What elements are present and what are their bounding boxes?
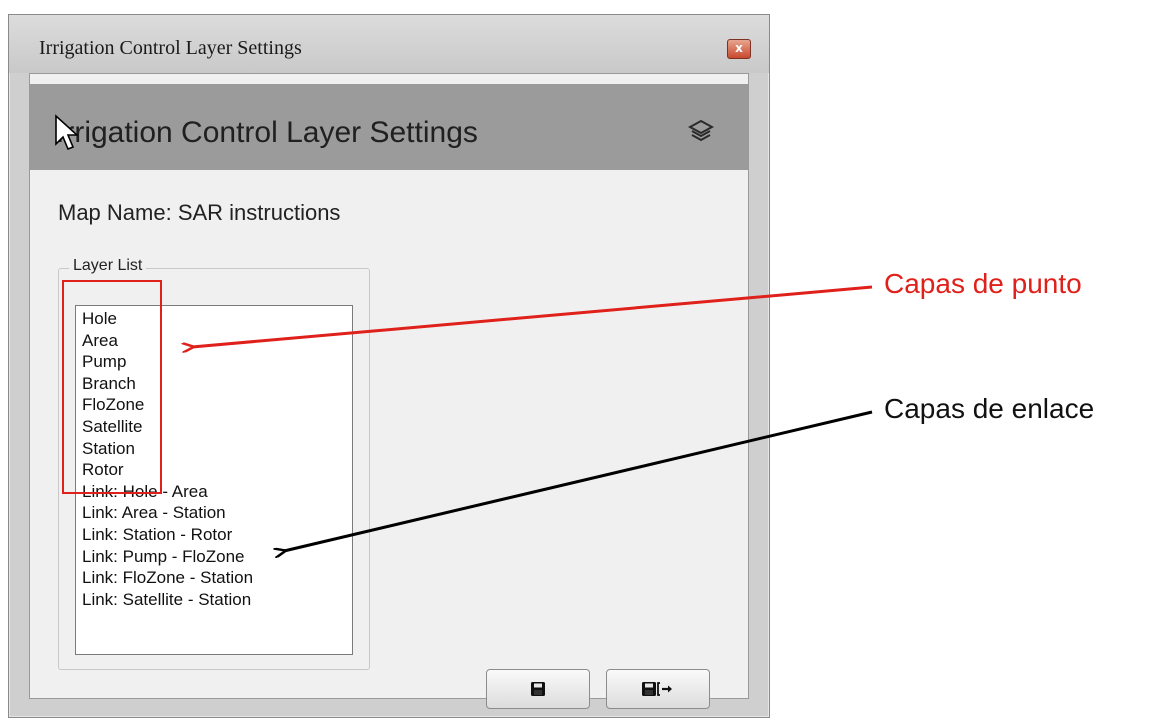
link-layers-annotation: Capas de enlace [884, 393, 1095, 424]
point-layers-annotation: Capas de punto [884, 268, 1082, 299]
annotation-arrows [0, 285, 873, 724]
point-layers-arrow [192, 285, 873, 347]
link-layers-arrow [284, 410, 873, 551]
